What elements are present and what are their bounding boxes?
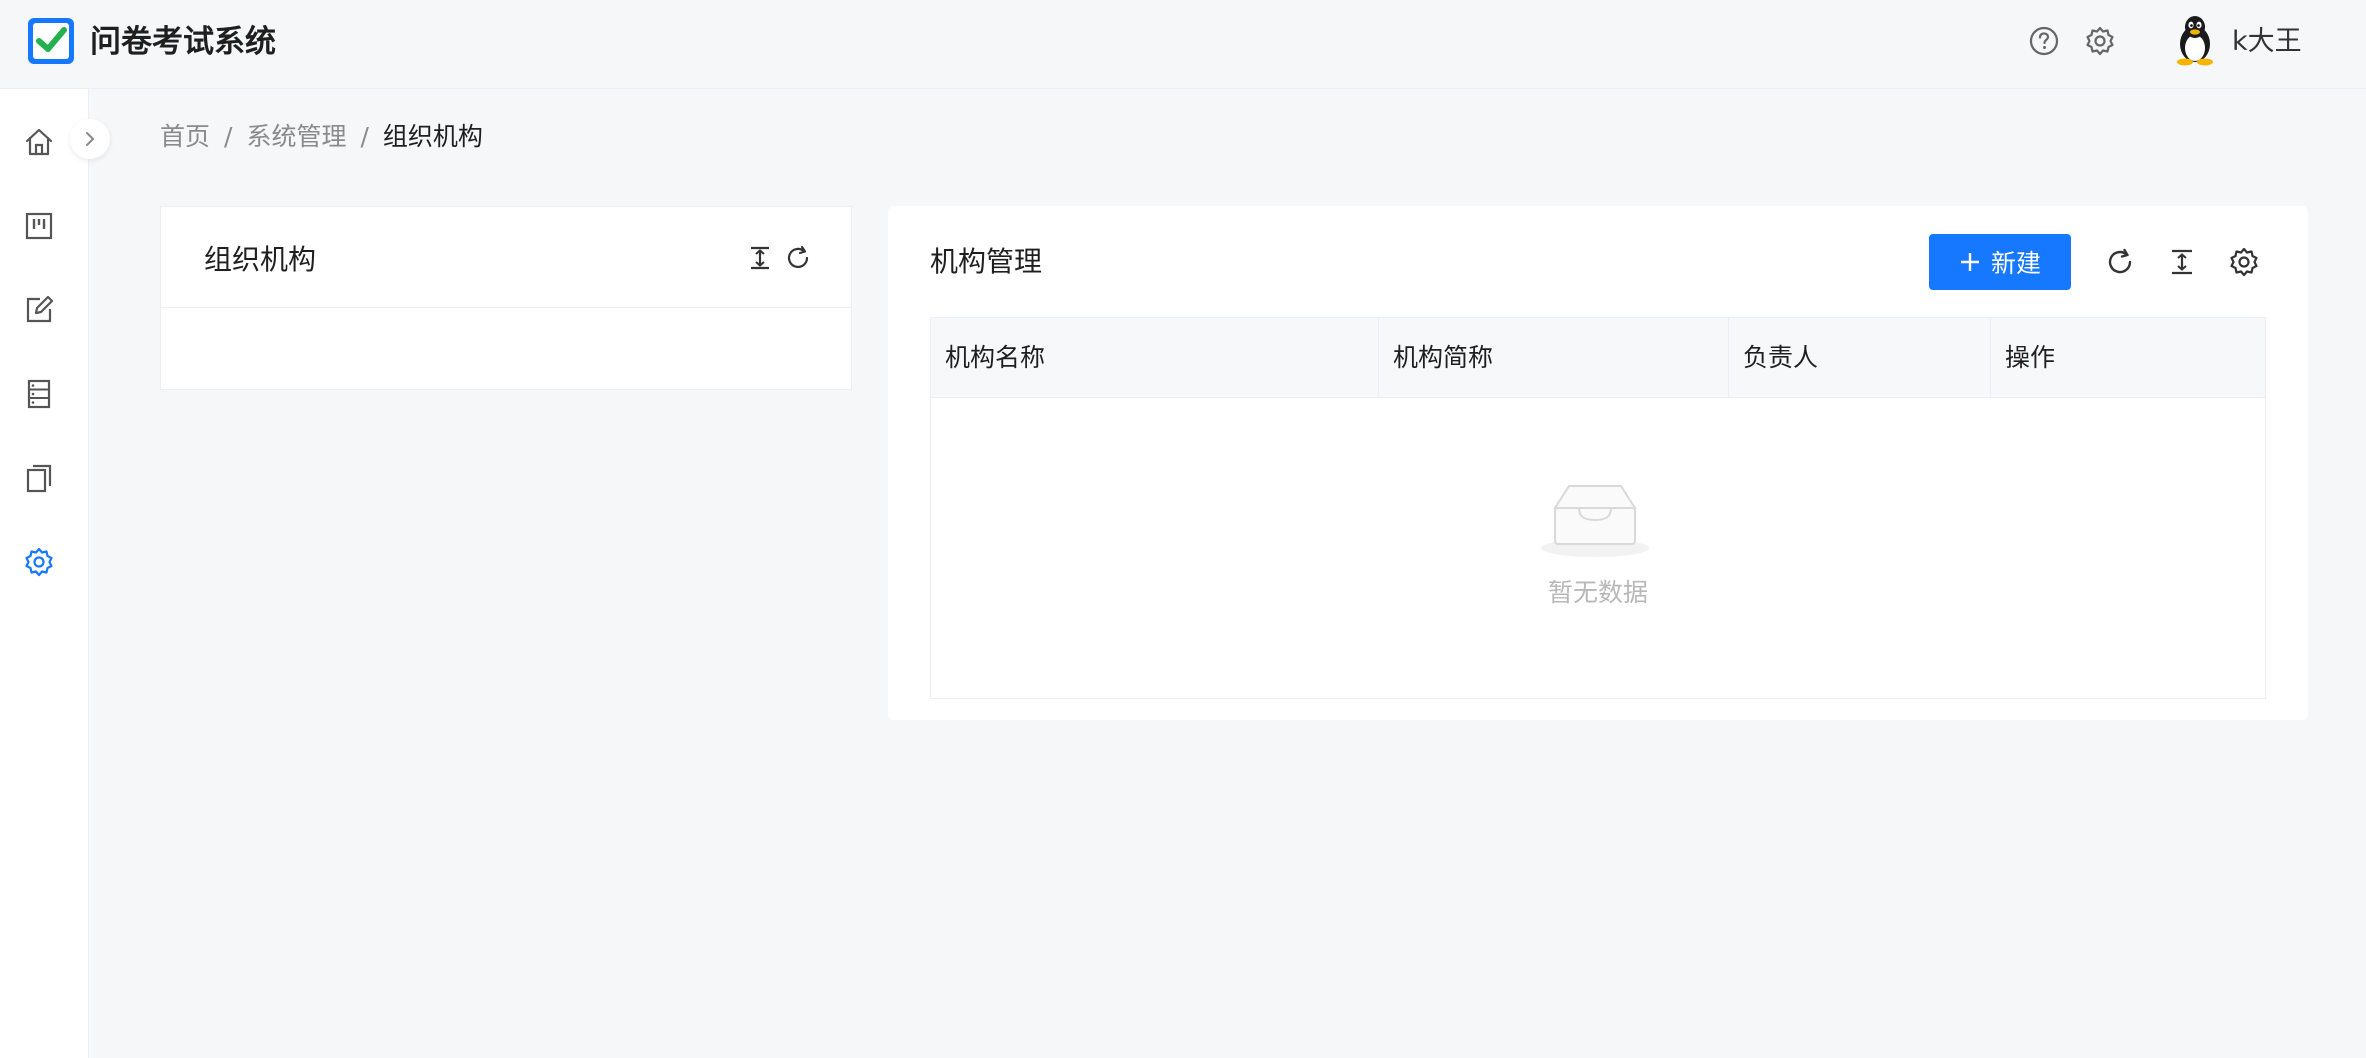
new-button-label: 新建 [1990, 249, 2041, 278]
column-header-manager: 负责人 [1729, 318, 1991, 397]
column-header-actions: 操作 [2005, 343, 2056, 372]
app-logo-icon [28, 18, 74, 64]
org-management-title: 机构管理 [930, 245, 1043, 278]
refresh-icon[interactable] [2104, 246, 2136, 278]
table-header: 机构名称 机构简称 负责人 操作 [931, 318, 2265, 398]
org-tree-title: 组织机构 [204, 243, 317, 276]
breadcrumb-item-system[interactable]: 系统管理 [246, 122, 346, 151]
refresh-icon[interactable] [783, 243, 813, 273]
settings-icon[interactable] [2228, 246, 2260, 278]
empty-text: 暂无数据 [1547, 578, 1648, 607]
new-button[interactable]: 新建 [1929, 234, 2071, 290]
username[interactable]: k大王 [2232, 24, 2302, 60]
column-header-org-short-name: 机构简称 [1379, 318, 1729, 397]
copy-icon[interactable] [22, 461, 56, 495]
help-icon[interactable] [2026, 23, 2062, 59]
expand-collapse-icon[interactable] [745, 243, 775, 273]
breadcrumb-item-home[interactable]: 首页 [160, 122, 210, 151]
column-height-icon[interactable] [2166, 246, 2198, 278]
server-icon[interactable] [22, 377, 56, 411]
settings-icon[interactable] [22, 545, 56, 579]
org-table: 机构名称 机构简称 负责人 操作 暂无数据 [930, 317, 2266, 699]
board-icon[interactable] [22, 209, 56, 243]
sidebar [0, 89, 89, 1058]
app-title: 问卷考试系统 [90, 24, 276, 60]
chevron-right-icon [86, 132, 94, 146]
top-header: 问卷考试系统 k大王 [0, 0, 2366, 89]
breadcrumb-item-current: 组织机构 [382, 122, 483, 151]
breadcrumb: 首页 / 系统管理 / 组织机构 [160, 120, 483, 154]
edit-icon[interactable] [22, 293, 56, 327]
sidebar-expand-button[interactable] [70, 119, 110, 159]
org-tree-panel: 组织机构 [160, 206, 852, 390]
user-avatar[interactable] [2170, 14, 2220, 66]
org-management-panel: 机构管理 新建 机构名称 机构简称 负责人 操作 暂无数据 [888, 206, 2308, 720]
plus-icon [1960, 253, 1979, 271]
breadcrumb-separator: / [224, 122, 233, 151]
column-header-org-name: 机构名称 [931, 318, 1379, 397]
empty-inbox-icon [1541, 485, 1649, 557]
breadcrumb-separator: / [360, 122, 369, 151]
home-icon[interactable] [22, 125, 56, 159]
settings-icon[interactable] [2082, 23, 2118, 59]
panel-divider [161, 307, 851, 308]
